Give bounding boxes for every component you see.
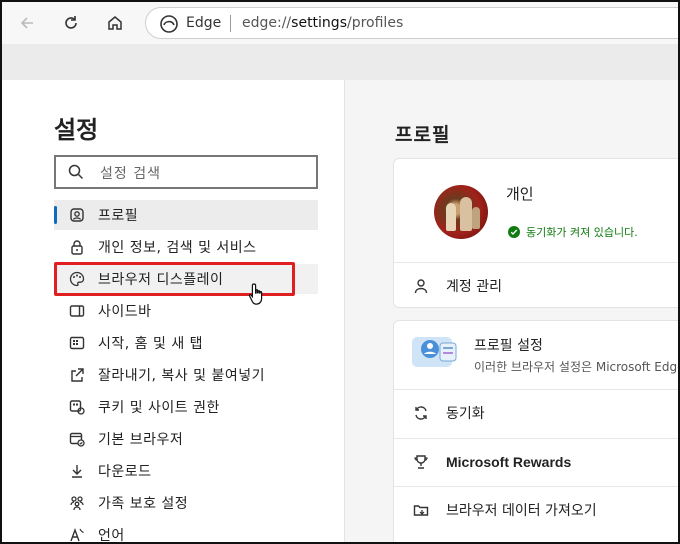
hand-cursor-icon <box>248 283 263 305</box>
screenshot-frame: Edge edge://settings/profiles 설정 설정 검색 프… <box>0 0 680 544</box>
tab-strip <box>2 44 678 81</box>
manage-account-label: 계정 관리 <box>446 279 502 295</box>
address-url: edge://settings/profiles <box>242 15 403 31</box>
share-icon <box>68 366 86 384</box>
sidebar-item-label: 시작, 홈 및 새 탭 <box>98 336 204 352</box>
back-arrow-icon <box>20 17 33 29</box>
browser-icon <box>68 430 86 448</box>
sidebar-item-share-copy-paste[interactable]: 잘라내기, 복사 및 붙여넣기 <box>54 360 318 390</box>
sidebar-item-start-home[interactable]: 시작, 홈 및 새 탭 <box>54 328 318 358</box>
trophy-icon <box>410 451 432 473</box>
refresh-button[interactable] <box>56 8 86 38</box>
sidebar-item-default-browser[interactable]: 기본 브라우저 <box>54 424 318 454</box>
lock-icon <box>68 238 86 256</box>
profile-card: 개인 동기화가 켜져 있습니다. 계정 관리 <box>393 158 678 309</box>
address-brand: Edge <box>186 15 222 31</box>
sync-icon <box>410 402 432 424</box>
home-button[interactable] <box>100 8 130 38</box>
rewards-label: Microsoft Rewards <box>446 454 572 470</box>
manage-account-row[interactable]: 계정 관리 <box>394 263 678 309</box>
sidebar-item-label: 가족 보호 설정 <box>98 496 189 512</box>
sidebar-item-sidebar[interactable]: 사이드바 <box>54 296 318 326</box>
avatar-figure <box>460 197 472 231</box>
sync-status: 동기화가 켜져 있습니다. <box>508 224 638 240</box>
sidebar-item-downloads[interactable]: 다운로드 <box>54 456 318 486</box>
sidebar-item-label: 사이드바 <box>98 304 152 320</box>
profile-name: 개인 <box>506 185 534 203</box>
language-icon <box>68 526 86 542</box>
avatar-figure <box>472 207 480 229</box>
sidebar-item-label: 언어 <box>98 528 125 544</box>
check-circle-icon <box>508 226 520 238</box>
sidebar-item-label: 잘라내기, 복사 및 붙여넣기 <box>98 368 265 384</box>
person-icon <box>410 275 432 297</box>
sync-label: 동기화 <box>446 406 485 422</box>
rewards-row[interactable]: Microsoft Rewards <box>394 439 678 485</box>
url-suffix: /profiles <box>347 15 404 31</box>
avatar-figure <box>446 203 456 231</box>
sync-status-text: 동기화가 켜져 있습니다. <box>526 226 638 239</box>
settings-sidebar: 설정 설정 검색 프로필 개인 정보, 검색 및 서비스 브라우저 디스플레이 … <box>2 80 345 544</box>
home-grid-icon <box>68 334 86 352</box>
settings-content: 프로필 개인 동기화가 켜져 있습니다. 계정 관리 프로필 설정 이러한 브라… <box>345 80 680 542</box>
sidebar-item-cookies[interactable]: 쿠키 및 사이트 권한 <box>54 392 318 422</box>
profile-icon <box>68 206 86 224</box>
sidebar-item-profiles[interactable]: 프로필 <box>54 200 318 230</box>
sidebar-title: 설정 <box>54 116 99 144</box>
url-prefix: edge:// <box>242 15 292 31</box>
active-marker <box>54 206 57 224</box>
profile-avatar[interactable] <box>434 185 488 239</box>
home-icon <box>108 16 122 30</box>
url-bold: settings <box>291 15 347 31</box>
sidebar-icon <box>68 302 86 320</box>
settings-search-input[interactable]: 설정 검색 <box>54 155 318 189</box>
profile-options-card: 프로필 설정 이러한 브라우저 설정은 Microsoft Edge 동기화 M… <box>393 320 680 542</box>
profile-settings-illustration-icon <box>412 337 457 367</box>
browser-toolbar: Edge edge://settings/profiles <box>2 2 678 44</box>
cookie-icon <box>68 398 86 416</box>
edge-logo-icon <box>160 15 178 33</box>
content-title: 프로필 <box>395 124 451 146</box>
back-button[interactable] <box>12 8 42 38</box>
sidebar-item-languages[interactable]: 언어 <box>54 520 318 544</box>
profile-settings-title: 프로필 설정 <box>474 338 543 354</box>
search-icon <box>68 164 84 180</box>
sidebar-item-label: 프로필 <box>98 208 139 224</box>
profile-settings-desc: 이러한 브라우저 설정은 Microsoft Edge <box>474 360 680 374</box>
download-icon <box>68 462 86 480</box>
address-separator <box>230 15 231 32</box>
sidebar-item-label: 다운로드 <box>98 464 152 480</box>
address-bar[interactable]: Edge edge://settings/profiles <box>145 7 678 39</box>
refresh-icon <box>65 16 77 29</box>
folder-import-icon <box>410 499 432 521</box>
family-icon <box>68 494 86 512</box>
import-data-row[interactable]: 브라우저 데이터 가져오기 <box>394 487 678 533</box>
sidebar-item-family[interactable]: 가족 보호 설정 <box>54 488 318 518</box>
sidebar-item-label: 쿠키 및 사이트 권한 <box>98 400 220 416</box>
search-placeholder: 설정 검색 <box>100 166 161 182</box>
sync-row[interactable]: 동기화 <box>394 390 678 436</box>
sidebar-item-privacy[interactable]: 개인 정보, 검색 및 서비스 <box>54 232 318 262</box>
sidebar-item-label: 개인 정보, 검색 및 서비스 <box>98 240 257 256</box>
sidebar-item-label: 기본 브라우저 <box>98 432 184 448</box>
import-data-label: 브라우저 데이터 가져오기 <box>446 503 597 519</box>
